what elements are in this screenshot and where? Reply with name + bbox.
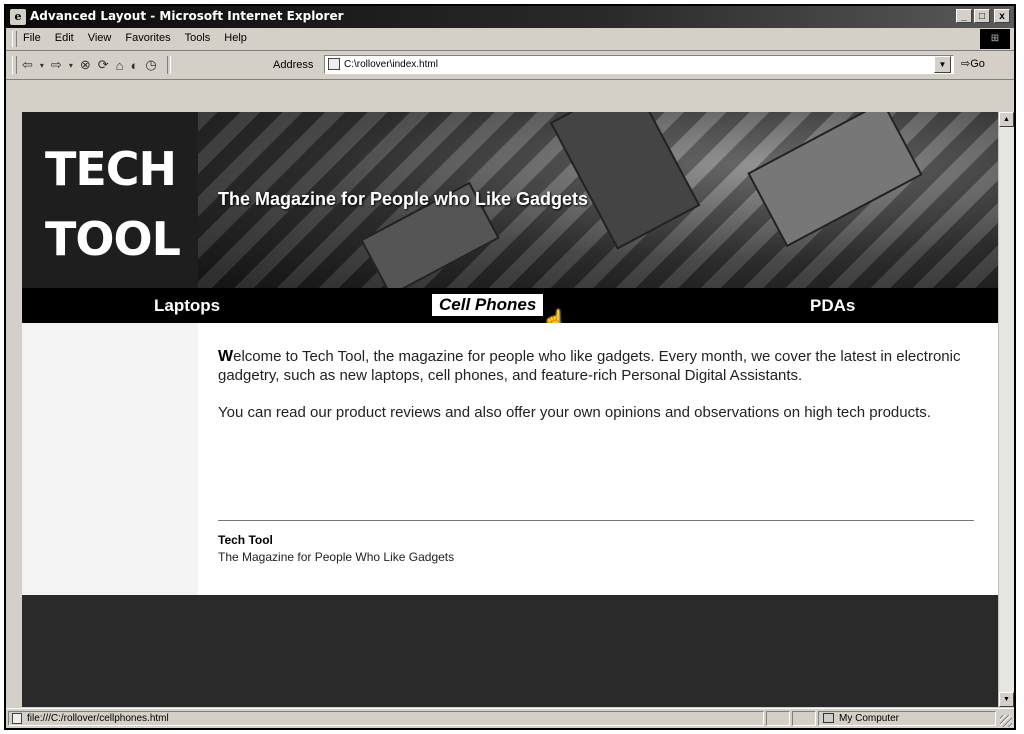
vertical-scrollbar[interactable]: ▲ ▼ — [998, 112, 1014, 707]
toolbar-grip[interactable] — [12, 56, 17, 74]
menubar-grip[interactable] — [12, 31, 17, 47]
forward-dropdown-icon[interactable]: ▾ — [69, 61, 73, 70]
second-paragraph: You can read our product reviews and als… — [218, 404, 931, 421]
window-title: Advanced Layout - Microsoft Internet Exp… — [30, 9, 344, 23]
menu-bar: File Edit View Favorites Tools Help ⊞ — [6, 28, 1014, 51]
menu-file[interactable]: File — [22, 32, 42, 44]
home-icon[interactable]: ⌂ — [116, 58, 124, 73]
divider — [218, 520, 974, 521]
nav-link-cell-phones[interactable]: Cell Phones — [432, 294, 544, 316]
circuit-chip-decoration — [549, 112, 701, 250]
address-dropdown-icon[interactable]: ▼ — [934, 56, 951, 73]
resize-grip-icon[interactable] — [1000, 715, 1012, 727]
minimize-button[interactable]: _ — [956, 9, 972, 23]
menu-favorites[interactable]: Favorites — [124, 32, 171, 44]
menu-edit[interactable]: Edit — [54, 32, 75, 44]
nav-link-pdas[interactable]: PDAs — [810, 296, 855, 316]
menu-view[interactable]: View — [87, 32, 113, 44]
window-controls: _ □ x — [956, 9, 1010, 23]
footer-subtitle: The Magazine for People Who Like Gadgets — [218, 550, 455, 564]
intro-paragraph: Welcome to Tech Tool, the magazine for p… — [218, 347, 978, 385]
circuit-chip-decoration — [747, 112, 923, 248]
browser-window: e Advanced Layout - Microsoft Internet E… — [4, 4, 1016, 730]
back-button[interactable]: ⇦ — [22, 57, 33, 73]
standard-toolbar: ⇦ ▾ ⇨ ▾ ⊗ ⟳ ⌂ ◐ ◷ Address C:\rollover\in… — [6, 51, 1014, 80]
page-icon — [12, 713, 22, 724]
maximize-button[interactable]: □ — [974, 9, 990, 23]
go-label: Go — [970, 58, 985, 70]
address-field[interactable]: C:\rollover\index.html — [324, 55, 954, 74]
footer-title: Tech Tool — [218, 533, 273, 547]
left-column — [22, 323, 198, 595]
status-text-pane: file:///C:/rollover/cellphones.html — [8, 711, 764, 726]
logo-line-2: TOOL — [45, 212, 181, 266]
refresh-icon[interactable]: ⟳ — [98, 57, 109, 73]
computer-icon — [823, 713, 834, 723]
banner-tagline: The Magazine for People who Like Gadgets — [218, 189, 589, 209]
scroll-down-icon[interactable]: ▼ — [999, 692, 1014, 707]
main-text: Welcome to Tech Tool, the magazine for p… — [218, 347, 978, 440]
dropcap: W — [218, 348, 234, 365]
search-icon[interactable]: ◐ — [131, 58, 139, 73]
back-dropdown-icon[interactable]: ▾ — [40, 61, 44, 70]
nav-link-laptops[interactable]: Laptops — [154, 296, 220, 316]
go-arrow-icon: ⇨ — [961, 58, 971, 70]
status-pane — [766, 711, 790, 726]
nav-bar: Laptops Cell Phones PDAs — [22, 288, 998, 323]
windows-logo-icon: ⊞ — [980, 29, 1010, 49]
intro-text: elcome to Tech Tool, the magazine for pe… — [218, 348, 961, 384]
toolbar-separator — [166, 56, 171, 74]
content-area: Welcome to Tech Tool, the magazine for p… — [22, 323, 998, 595]
security-zone: My Computer — [818, 711, 996, 726]
history-icon[interactable]: ◷ — [145, 57, 156, 73]
banner-image: The Magazine for People who Like Gadgets — [198, 112, 998, 288]
zone-label: My Computer — [839, 713, 900, 724]
page-viewport: TECH TOOL The Magazine for People who Li… — [22, 112, 998, 707]
logo: TECH TOOL — [22, 112, 198, 288]
forward-button[interactable]: ⇨ — [51, 57, 62, 73]
status-bar: file:///C:/rollover/cellphones.html My C… — [6, 708, 1014, 728]
logo-line-1: TECH — [45, 142, 177, 196]
go-button[interactable]: ⇨Go — [961, 57, 985, 70]
address-value[interactable]: C:\rollover\index.html — [344, 59, 438, 70]
scroll-up-icon[interactable]: ▲ — [999, 112, 1014, 127]
menu-help[interactable]: Help — [223, 32, 248, 44]
ie-app-icon: e — [10, 9, 26, 25]
menu-tools[interactable]: Tools — [184, 32, 212, 44]
address-label: Address — [273, 59, 314, 71]
status-url: file:///C:/rollover/cellphones.html — [27, 713, 169, 724]
page-icon — [328, 58, 340, 70]
close-button[interactable]: x — [994, 9, 1010, 23]
stop-icon[interactable]: ⊗ — [80, 57, 91, 73]
status-pane — [792, 711, 816, 726]
title-bar: e Advanced Layout - Microsoft Internet E… — [6, 6, 1014, 28]
